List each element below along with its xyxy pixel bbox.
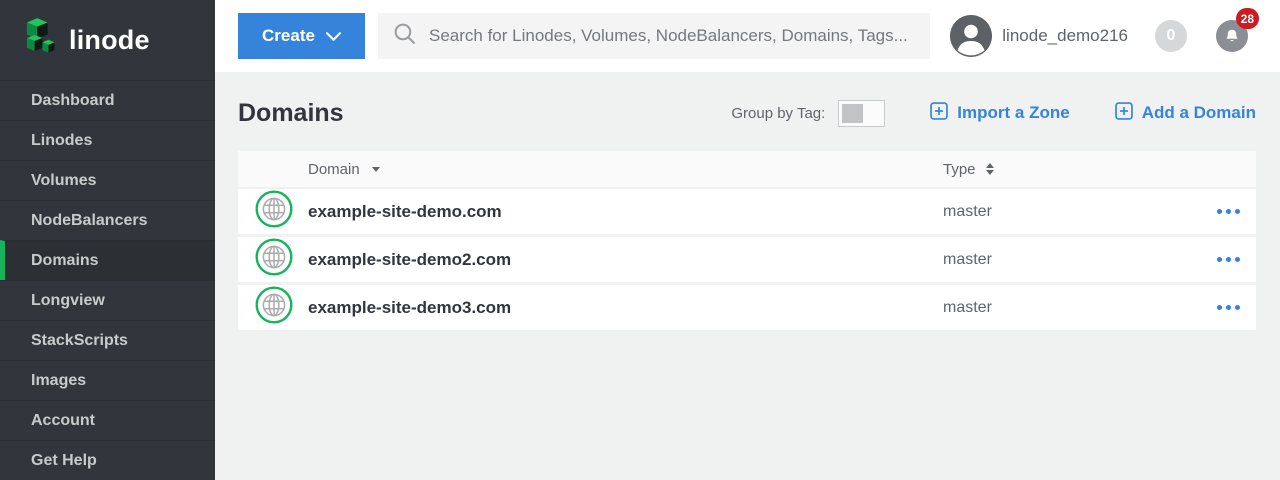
sidebar-item-account[interactable]: Account — [0, 400, 215, 440]
chevron-down-icon — [326, 26, 341, 46]
create-button[interactable]: Create — [238, 13, 365, 59]
table-header-row: Domain Type — [238, 151, 1256, 189]
type-column-header[interactable]: Type — [943, 161, 1200, 178]
sidebar-nav: Dashboard Linodes Volumes NodeBalancers … — [0, 80, 215, 480]
domain-column-header[interactable]: Domain — [308, 161, 943, 178]
topbar: Create l — [215, 0, 1280, 72]
toggle-knob — [842, 104, 863, 123]
content-pane: Create l — [215, 0, 1280, 480]
domain-type: master — [943, 251, 992, 269]
alert-count-badge: 28 — [1236, 8, 1259, 29]
domain-type: master — [943, 203, 992, 221]
row-actions-menu-button[interactable] — [1215, 251, 1242, 268]
sort-both-icon — [986, 163, 994, 175]
sidebar-item-volumes[interactable]: Volumes — [0, 160, 215, 200]
group-by-tag-label: Group by Tag: — [731, 105, 825, 122]
sidebar-item-stackscripts[interactable]: StackScripts — [0, 320, 215, 360]
app-window: linode Dashboard Linodes Volumes NodeBal… — [0, 0, 1280, 480]
create-button-label: Create — [262, 26, 315, 46]
domain-type: master — [943, 299, 992, 317]
import-zone-label: Import a Zone — [957, 103, 1069, 123]
sidebar-item-nodebalancers[interactable]: NodeBalancers — [0, 200, 215, 240]
page-header-actions: Group by Tag: Import a Zone — [731, 100, 1256, 127]
username: linode_demo216 — [1002, 26, 1128, 46]
linode-cube-icon — [20, 15, 58, 66]
main-content: Domains Group by Tag: Import a Zone — [215, 72, 1280, 480]
globe-icon — [255, 190, 293, 233]
sidebar-item-longview[interactable]: Longview — [0, 280, 215, 320]
domain-link[interactable]: example-site-demo2.com — [308, 250, 511, 270]
add-domain-link[interactable]: Add a Domain — [1115, 102, 1256, 125]
table-row[interactable]: example-site-demo2.com master — [238, 237, 1256, 285]
page-title: Domains — [238, 99, 344, 128]
page-header: Domains Group by Tag: Import a Zone — [238, 96, 1256, 130]
sidebar-item-images[interactable]: Images — [0, 360, 215, 400]
logo-wordmark: linode — [69, 25, 150, 56]
import-zone-link[interactable]: Import a Zone — [930, 102, 1069, 125]
domain-link[interactable]: example-site-demo3.com — [308, 298, 511, 318]
domain-header-label: Domain — [308, 161, 360, 178]
sidebar-item-linodes[interactable]: Linodes — [0, 120, 215, 160]
avatar — [950, 15, 992, 57]
group-by-tag-toggle[interactable] — [838, 100, 885, 127]
sidebar-item-domains[interactable]: Domains — [0, 240, 215, 280]
linode-logo[interactable]: linode — [0, 0, 215, 80]
domain-link[interactable]: example-site-demo.com — [308, 202, 502, 222]
sort-desc-icon — [372, 167, 380, 172]
user-menu[interactable]: linode_demo216 — [950, 15, 1128, 57]
plus-square-icon — [1115, 102, 1133, 125]
add-domain-label: Add a Domain — [1142, 103, 1256, 123]
notifications-bell[interactable]: 28 — [1216, 20, 1248, 52]
search-input[interactable] — [429, 26, 915, 46]
plus-square-icon — [930, 102, 948, 125]
sidebar: linode Dashboard Linodes Volumes NodeBal… — [0, 0, 215, 480]
sidebar-item-get-help[interactable]: Get Help — [0, 440, 215, 480]
table-row[interactable]: example-site-demo.com master — [238, 189, 1256, 237]
row-actions-menu-button[interactable] — [1215, 299, 1242, 316]
search-icon — [393, 22, 416, 50]
notification-count-badge[interactable]: 0 — [1155, 20, 1187, 52]
globe-icon — [255, 238, 293, 281]
sidebar-item-dashboard[interactable]: Dashboard — [0, 80, 215, 120]
domains-table: Domain Type — [238, 151, 1256, 333]
search-bar — [378, 13, 930, 59]
row-actions-menu-button[interactable] — [1215, 203, 1242, 220]
globe-icon — [255, 286, 293, 329]
type-header-label: Type — [943, 161, 976, 178]
table-row[interactable]: example-site-demo3.com master — [238, 285, 1256, 333]
